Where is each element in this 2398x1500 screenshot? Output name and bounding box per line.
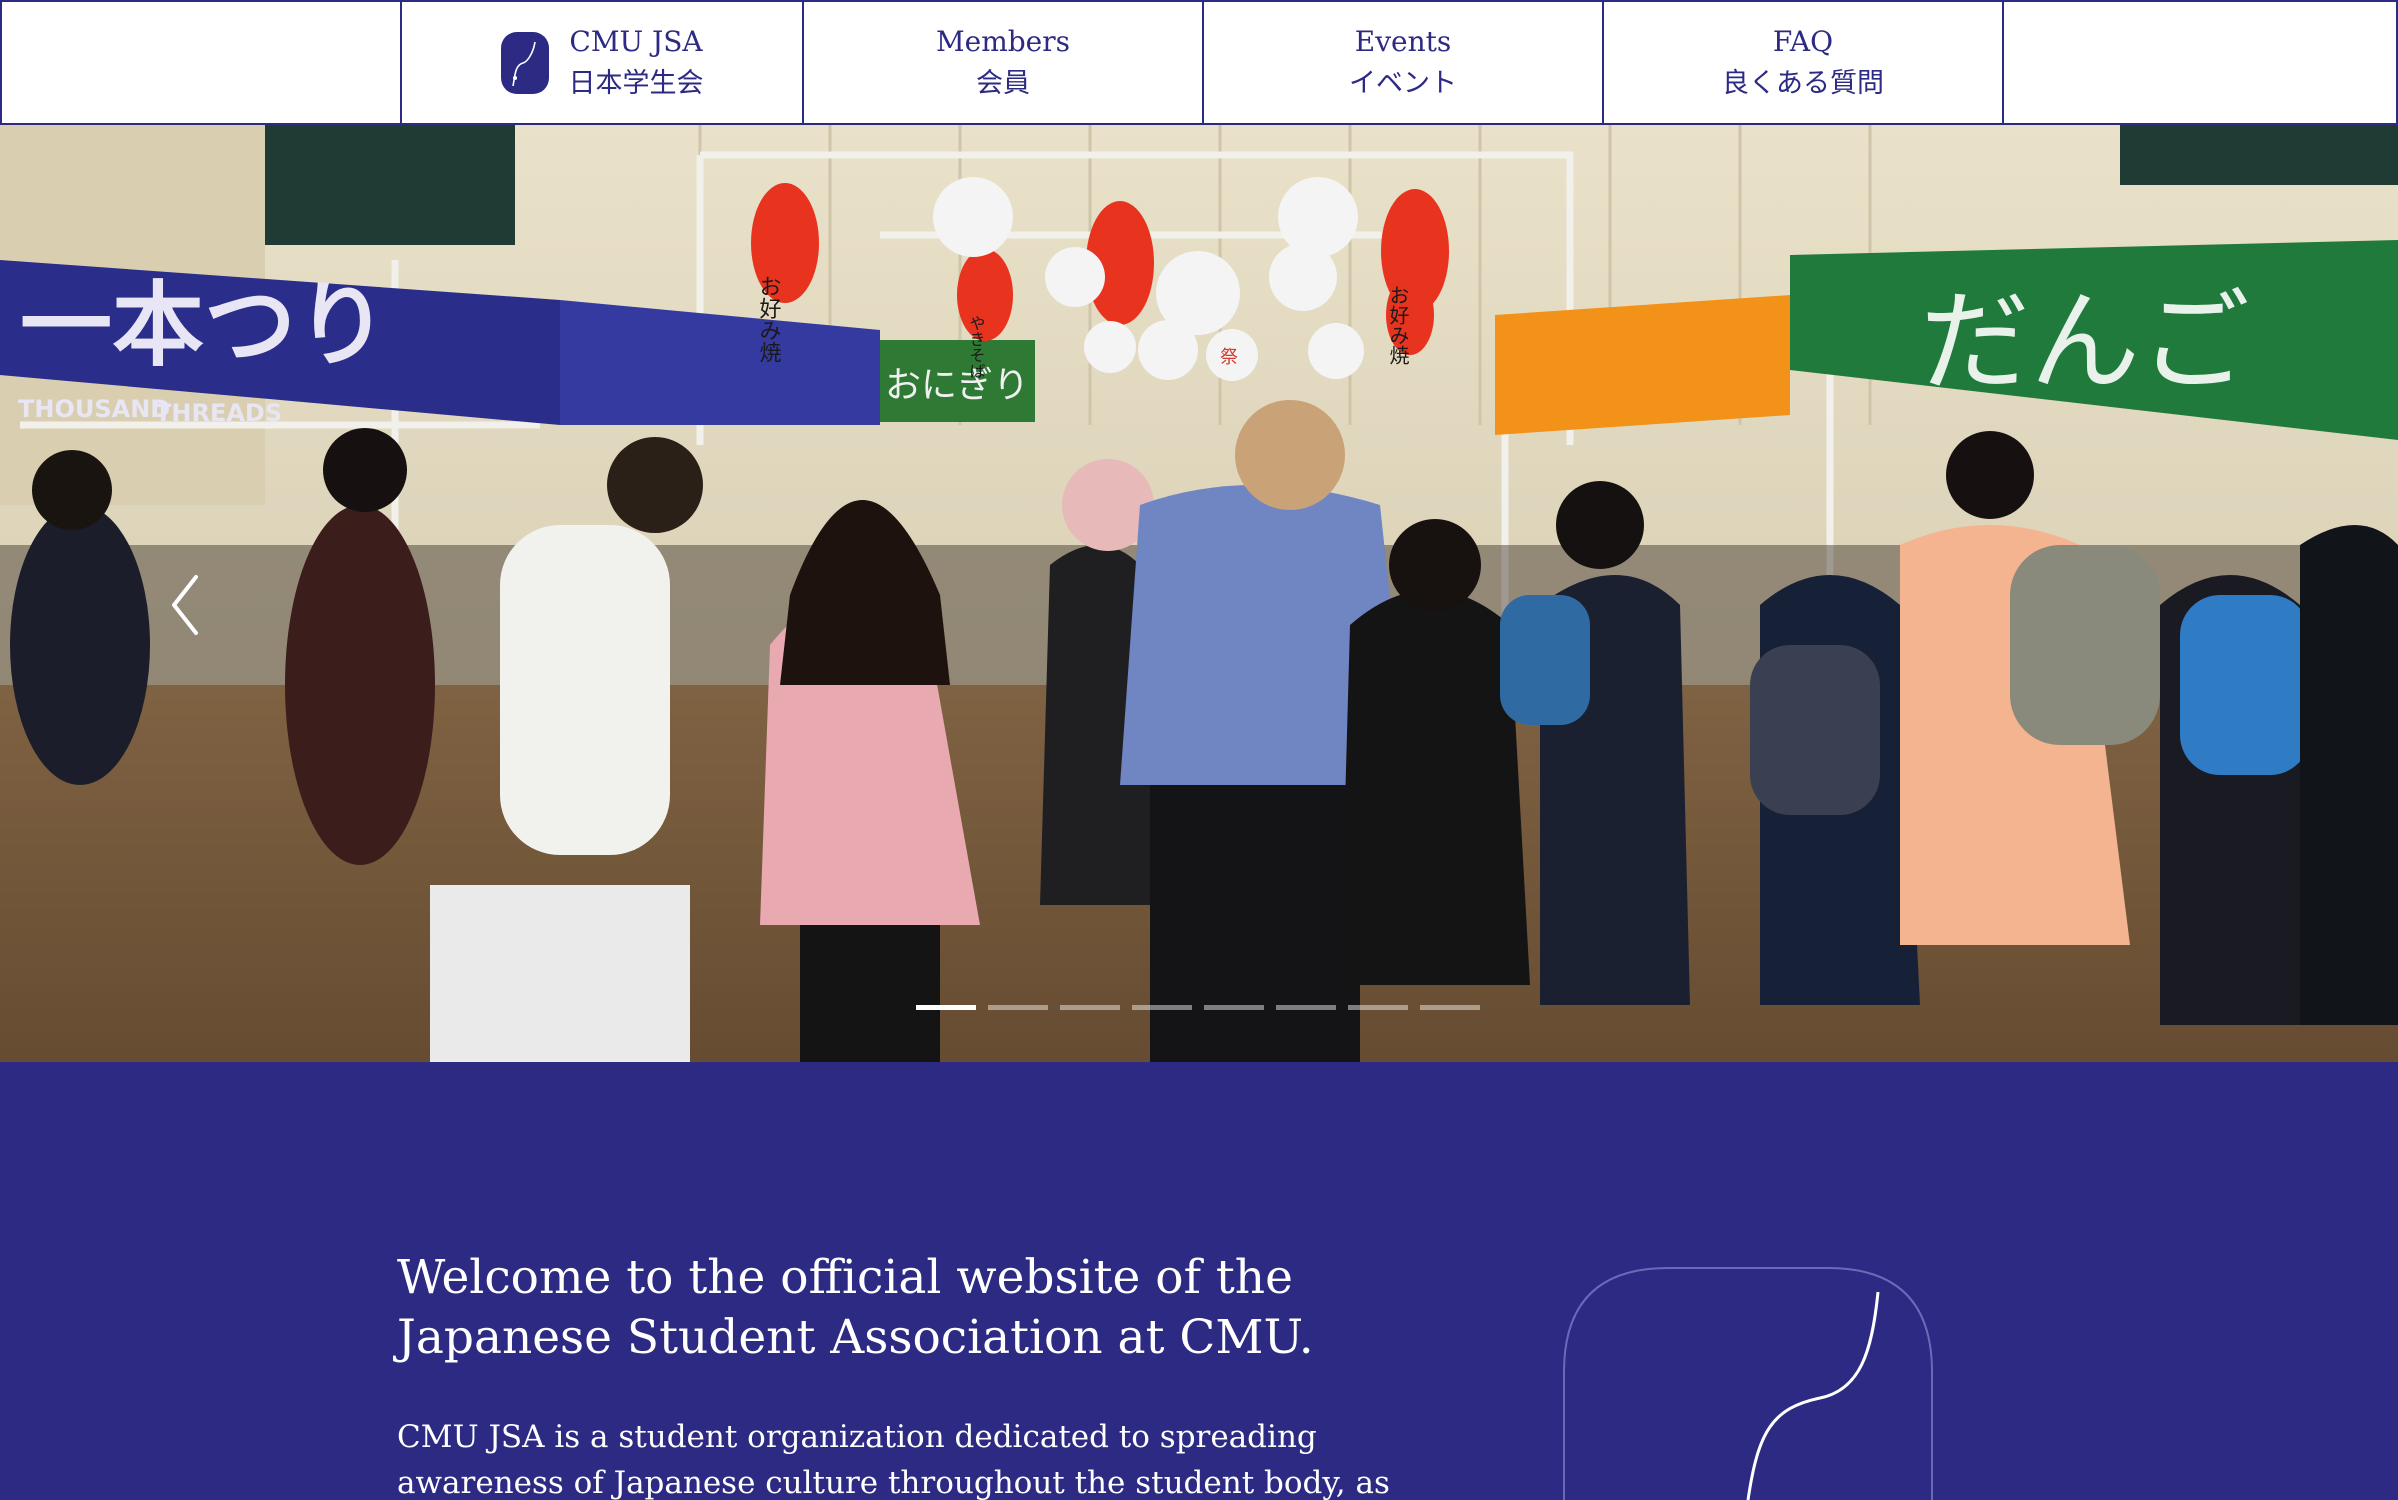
- welcome-heading-line1: Welcome to the official website of the: [397, 1250, 1293, 1305]
- banner-blue-sub2: THREADS: [155, 399, 282, 427]
- carousel-indicator-3[interactable]: [1060, 1005, 1120, 1010]
- paper-lantern-text: 祭: [1220, 347, 1238, 368]
- nav-members-ja: 会員: [975, 67, 1030, 99]
- nav-brand-en: CMU JSA: [569, 24, 703, 58]
- jsa-large-logo-icon: [1563, 1267, 1933, 1500]
- nav-events-labels: Events イベント: [1349, 21, 1457, 105]
- carousel-prev-button[interactable]: [160, 565, 210, 645]
- banner-green-large-text: だんご: [1920, 278, 2250, 406]
- carousel-indicator-8[interactable]: [1420, 1005, 1480, 1010]
- welcome-body: CMU JSA is a student organization dedica…: [397, 1419, 1390, 1500]
- welcome-section: Welcome to the official website of the J…: [0, 1062, 2398, 1500]
- chevron-left-icon: [172, 575, 198, 635]
- nav-events-en: Events: [1354, 24, 1452, 58]
- nav-faq-labels: FAQ 良くある質問: [1722, 21, 1884, 105]
- banner-blue-sub1: THOUSAND: [18, 395, 170, 423]
- nav-faq-en: FAQ: [1772, 24, 1834, 58]
- hero-carousel: 一本つり THOUSAND THREADS おにぎり だんご お好み焼 やきそば…: [0, 125, 2398, 1062]
- banner-green-small-text: おにぎり: [885, 365, 1029, 406]
- nav-home-link[interactable]: CMU JSA 日本学生会: [400, 2, 802, 123]
- nav-events-link[interactable]: Events イベント: [1202, 2, 1602, 123]
- nav-events-ja: イベント: [1349, 67, 1457, 99]
- lantern-text-3: お好み焼: [1386, 285, 1410, 365]
- festival-photo: 一本つり THOUSAND THREADS おにぎり だんご お好み焼 やきそば…: [0, 125, 2398, 1062]
- nav-home-labels: CMU JSA 日本学生会: [569, 21, 704, 105]
- welcome-heading: Welcome to the official website of the J…: [397, 1248, 1397, 1368]
- top-navigation: CMU JSA 日本学生会 Members 会員 Events イベント FAQ…: [0, 0, 2398, 125]
- lantern-text-2: やきそば: [967, 315, 986, 379]
- jsa-logo-icon: [500, 31, 549, 94]
- carousel-indicators: [916, 1005, 1480, 1010]
- carousel-indicator-7[interactable]: [1348, 1005, 1408, 1010]
- carousel-indicator-1[interactable]: [916, 1005, 976, 1010]
- nav-members-labels: Members 会員: [936, 21, 1070, 105]
- nav-faq-ja: 良くある質問: [1722, 67, 1884, 99]
- banner-blue-text: 一本つり: [20, 272, 388, 379]
- carousel-indicator-4[interactable]: [1132, 1005, 1192, 1010]
- welcome-heading-line2: Japanese Student Association at CMU.: [397, 1310, 1314, 1365]
- lantern-text-1: お好み焼: [756, 275, 782, 363]
- nav-members-en: Members: [935, 24, 1071, 58]
- nav-brand-ja: 日本学生会: [568, 67, 704, 99]
- nav-members-link[interactable]: Members 会員: [802, 2, 1202, 123]
- carousel-indicator-2[interactable]: [988, 1005, 1048, 1010]
- carousel-indicator-6[interactable]: [1276, 1005, 1336, 1010]
- carousel-indicator-5[interactable]: [1204, 1005, 1264, 1010]
- nav-faq-link[interactable]: FAQ 良くある質問: [1602, 2, 2004, 123]
